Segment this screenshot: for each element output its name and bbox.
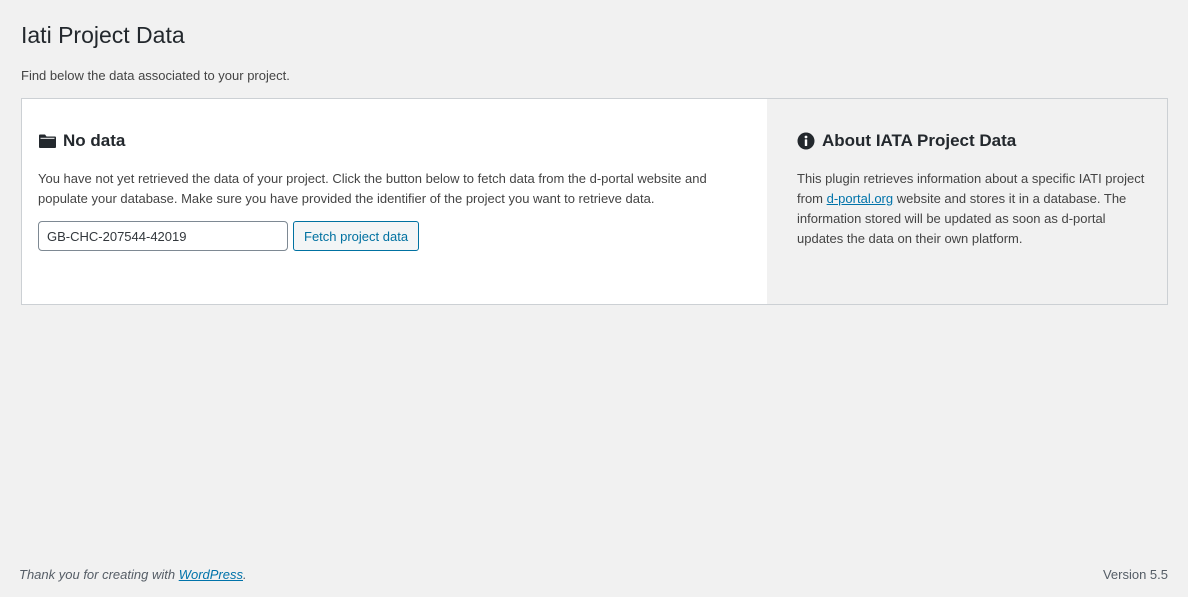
page-intro: Find below the data associated to your p… xyxy=(21,68,290,83)
footer-version: Version 5.5 xyxy=(1102,567,1168,582)
page-title: Iati Project Data xyxy=(21,22,185,48)
fetch-project-data-button[interactable]: Fetch project data xyxy=(293,221,420,251)
project-data-panel: No data You have not yet retrieved the d… xyxy=(21,98,1168,305)
info-icon xyxy=(797,132,815,150)
project-identifier-input[interactable] xyxy=(38,221,288,251)
footer-thanks-prefix: Thank you for creating with xyxy=(19,567,179,582)
about-section: About IATA Project Data This plugin retr… xyxy=(767,99,1167,304)
no-data-description: You have not yet retrieved the data of y… xyxy=(38,171,707,206)
page: Iati Project Data Find below the data as… xyxy=(0,0,1188,597)
footer-thanks-suffix: . xyxy=(243,567,247,582)
footer-thanks: Thank you for creating with WordPress. xyxy=(19,566,247,584)
about-description: This plugin retrieves information about … xyxy=(797,169,1147,249)
wordpress-link[interactable]: WordPress xyxy=(179,567,243,582)
no-data-title: No data xyxy=(63,131,126,150)
d-portal-link[interactable]: d-portal.org xyxy=(827,191,893,206)
no-data-heading: No data xyxy=(38,130,125,152)
about-title: About IATA Project Data xyxy=(822,131,1017,150)
about-heading: About IATA Project Data xyxy=(797,130,1016,152)
folder-icon xyxy=(38,132,56,150)
fetch-form: Fetch project data xyxy=(38,221,420,251)
no-data-section: No data You have not yet retrieved the d… xyxy=(22,99,767,304)
